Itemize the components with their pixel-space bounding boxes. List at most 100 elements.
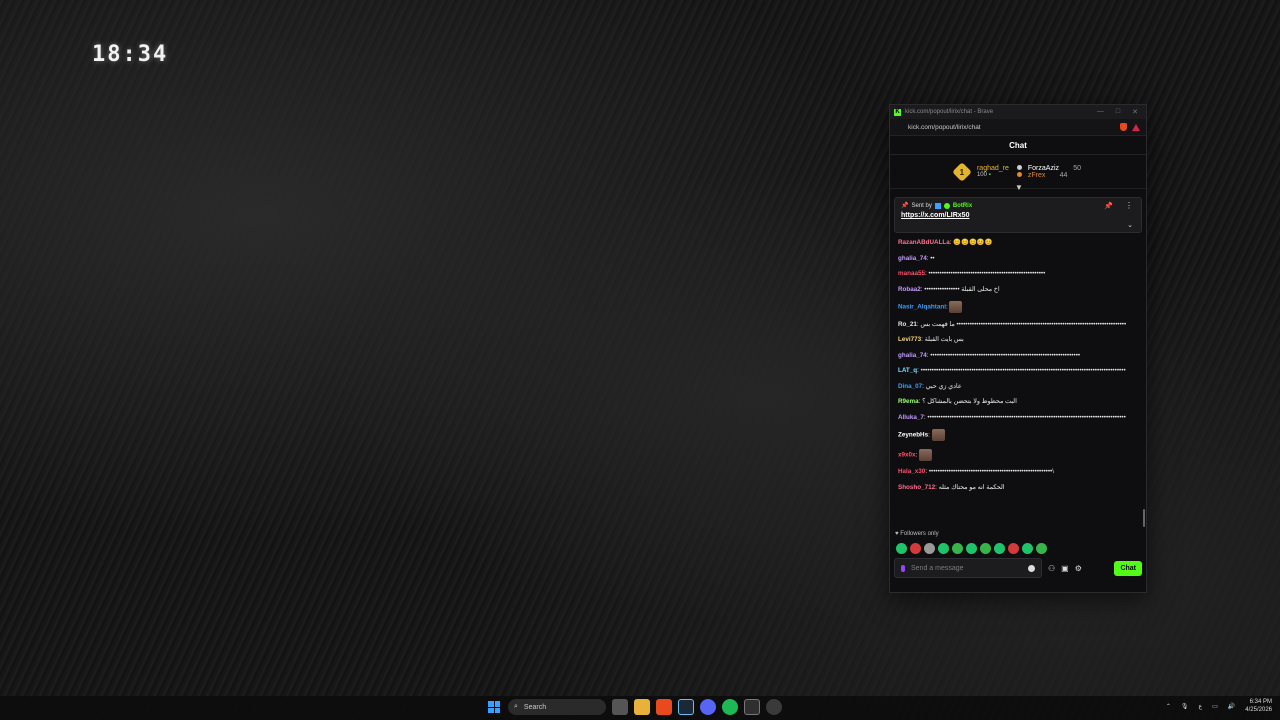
maximize-icon[interactable]: □ [1116, 108, 1120, 116]
chat-username[interactable]: Levi773 [898, 336, 921, 343]
mic-tray-icon[interactable]: 🎙 [1181, 703, 1189, 710]
chat-message-text: •• [930, 254, 935, 262]
bot-badge-icon [934, 202, 941, 209]
leader-first[interactable]: raghad_re 100 ▪ [977, 165, 1009, 178]
chat-username[interactable]: x9x0x [898, 451, 916, 458]
chat-message: Levi773: بس بايت القبلة [898, 336, 964, 343]
windows-start-icon[interactable] [486, 699, 502, 715]
rank-badge-icon: 1 [952, 161, 972, 182]
chat-username[interactable]: Dina_07 [898, 383, 922, 390]
settings-app-icon[interactable] [766, 699, 782, 715]
emote-icon[interactable] [938, 543, 949, 554]
gift-icon[interactable]: ▣ [1061, 564, 1069, 573]
taskbar-search[interactable]: ⌕ Search [508, 699, 606, 715]
chat-message-text: 😊😊😊😊😊 [953, 239, 993, 246]
browser-window: K kick.com/popout/lirix/chat - Brave — □… [889, 104, 1147, 593]
microphone-icon[interactable] [901, 564, 905, 572]
emote-icon[interactable] [910, 543, 921, 554]
input-placeholder: Send a message [911, 564, 964, 572]
chat-username[interactable]: RazanABdUALLa [898, 239, 950, 246]
chat-username[interactable]: Shosho_712 [898, 484, 935, 491]
users-icon[interactable]: ⚇ [1048, 564, 1055, 573]
volume-icon[interactable]: 🔊 [1228, 703, 1235, 710]
app-icon[interactable] [744, 699, 760, 715]
url-text[interactable]: kick.com/popout/lirix/chat [908, 124, 1120, 131]
leader-second[interactable]: ForzaAziz 50 [1016, 164, 1081, 172]
chat-message: Hala_x30: ••••••••••••••••••••••••••••••… [898, 468, 1055, 475]
bot-name[interactable]: BotRix [953, 203, 972, 209]
chat-message-text: ••••••••••••••••••••••••••••••••••••••••… [930, 351, 1081, 359]
chat-username[interactable]: R9ema [898, 398, 919, 405]
chat-message-text: الحكمة انه مو محتاك مثله [938, 483, 1005, 491]
chat-username[interactable]: ghalia_74 [898, 352, 927, 359]
clock-date[interactable]: 6:34 PM 4/25/2026 [1245, 698, 1272, 714]
chat-username[interactable]: Hala_x30 [898, 468, 925, 475]
chat-message: LAT_q: •••••••••••••••••••••••••••••••••… [898, 367, 1126, 374]
emote-icon[interactable] [924, 543, 935, 554]
chat-message: ghalia_74: •• [898, 254, 935, 262]
pinned-link[interactable]: https://x.com/LIRx50 [901, 212, 1135, 219]
steam-icon[interactable] [678, 699, 694, 715]
taskbar: ⌕ Search ⌃ 🎙 ع ▭ 🔊 6:34 PM 4/25/2026 [0, 696, 1280, 720]
emote-icon[interactable] [980, 543, 991, 554]
emote-icon[interactable] [1008, 543, 1019, 554]
pinned-message: 📌 Sent by BotRix https://x.com/LIRx50 📌 … [894, 197, 1142, 233]
expand-leaderboard-icon[interactable]: ▼ [1015, 183, 1023, 192]
chat-message-text: ••••••••••••••••••••••••••••••••••••••••… [927, 413, 1126, 421]
brave-browser-icon[interactable] [656, 699, 672, 715]
chevron-up-icon[interactable]: ⌃ [1166, 703, 1171, 710]
chat-username[interactable]: ghalia_74 [898, 255, 927, 262]
emote-icon[interactable] [1022, 543, 1033, 554]
chat-messages[interactable]: RazanABdUALLa: 😊😊😊😊😊 ghalia_74: •• manaa55… [890, 237, 1146, 531]
chat-message: Nasir_Alqahtani: [898, 301, 1138, 313]
chat-username[interactable]: LAT_q [898, 367, 917, 374]
emote-icon[interactable] [1036, 543, 1047, 554]
chevron-down-icon[interactable]: ⌄ [1127, 221, 1133, 229]
discord-icon[interactable] [700, 699, 716, 715]
task-view-icon[interactable] [612, 699, 628, 715]
chat-input[interactable]: Send a message [894, 558, 1042, 578]
spotify-icon[interactable] [722, 699, 738, 715]
chat-message: ghalia_74: •••••••••••••••••••••••••••••… [898, 351, 1081, 359]
chat-message: RazanABdUALLa: 😊😊😊😊😊 [898, 239, 993, 246]
chat-username[interactable]: Ro_21 [898, 321, 917, 328]
pin-icon[interactable]: 📌 [1104, 202, 1113, 210]
emoji-icon[interactable] [1028, 564, 1035, 572]
scrollbar-thumb[interactable] [1143, 509, 1145, 527]
more-options-icon[interactable]: ⋮ [1125, 201, 1133, 210]
language-icon[interactable]: ع [1199, 703, 1203, 710]
emote-icon[interactable] [896, 543, 907, 554]
sent-by-label: Sent by [911, 202, 932, 209]
verified-icon [943, 202, 950, 209]
file-explorer-icon[interactable] [634, 699, 650, 715]
gear-icon[interactable]: ⚙ [1075, 564, 1082, 573]
send-chat-button[interactable]: Chat [1114, 560, 1142, 576]
chat-username[interactable]: ZeynebHs [898, 432, 928, 439]
chat-message-text: بس بايت القبلة [924, 336, 964, 343]
emote-icon[interactable] [994, 543, 1005, 554]
chat-message-text: •••••••••••••••• اخ محلى القبلة [924, 285, 1000, 293]
emote-image [919, 448, 933, 461]
emote-icon[interactable] [966, 543, 977, 554]
desktop-clock: 18:34 [92, 42, 169, 67]
chat-username[interactable]: Alluka_7 [898, 414, 924, 421]
address-bar[interactable]: kick.com/popout/lirix/chat [890, 119, 1146, 136]
emote-icon[interactable] [952, 543, 963, 554]
brave-rewards-icon[interactable] [1132, 123, 1140, 131]
chat-message: Dina_07: عادي زي حبي [898, 382, 962, 390]
minimize-icon[interactable]: — [1097, 108, 1104, 116]
chat-message: manaa55: •••••••••••••••••••••••••••••••… [898, 270, 1046, 277]
chat-message: R9ema: البت محظوظ ولا بتحضن بالمشاكل ؟ [898, 398, 1017, 405]
network-icon[interactable]: ▭ [1212, 703, 1218, 710]
brave-shield-icon[interactable] [1120, 123, 1127, 131]
window-title: kick.com/popout/lirix/chat - Brave [905, 109, 994, 115]
followers-only-notice: ♥ Followers only [895, 531, 939, 537]
chat-message: Alluka_7: ••••••••••••••••••••••••••••••… [898, 413, 1126, 421]
chat-username[interactable]: Nasir_Alqahtani [898, 304, 946, 311]
chat-username[interactable]: manaa55 [898, 270, 925, 277]
leader-third[interactable]: zFrex 44 [1016, 171, 1081, 179]
kick-logo-icon: K [894, 108, 901, 116]
close-icon[interactable]: ✕ [1132, 108, 1138, 116]
chat-message-text: ••••••••••••••••••••••••••••••••••••••••… [920, 367, 1126, 374]
chat-username[interactable]: Robaa2 [898, 286, 921, 293]
